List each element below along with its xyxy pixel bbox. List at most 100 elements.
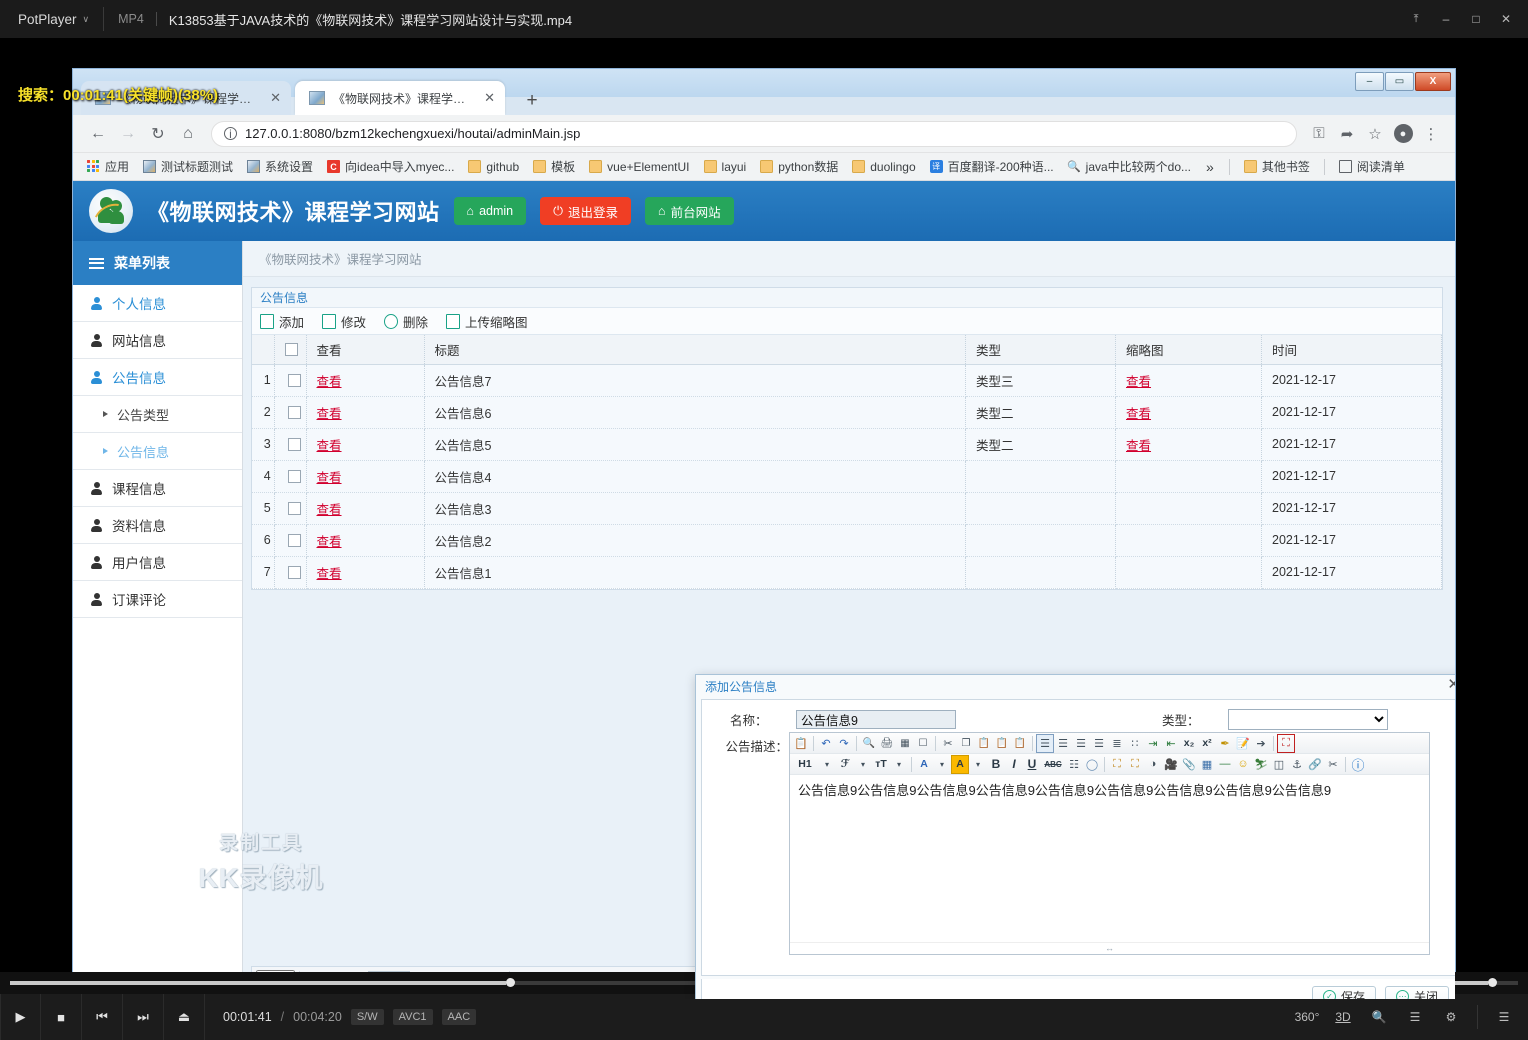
ordered-list-icon[interactable]: ≣ — [1108, 734, 1126, 753]
cut-icon[interactable]: ✂ — [939, 734, 957, 753]
upload-thumbnail-button[interactable]: 上传缩略图 — [446, 312, 528, 331]
border-icon[interactable]: ☷ — [1065, 755, 1083, 774]
cell-view[interactable]: 查看 — [306, 396, 424, 428]
cell-checkbox[interactable] — [274, 556, 306, 588]
pin-icon[interactable]: ⤒ — [1402, 6, 1430, 32]
view-link[interactable]: 查看 — [317, 375, 342, 389]
cell-thumbnail[interactable] — [1116, 492, 1262, 524]
table-row[interactable]: 5 查看 公告信息3 2021-12-17 — [252, 492, 1442, 524]
bookmarks-overflow-icon[interactable]: » — [1199, 159, 1221, 175]
bookmark-item[interactable]: 测试标题测试 — [137, 156, 239, 177]
row-checkbox[interactable] — [288, 406, 301, 419]
cell-view[interactable]: 查看 — [306, 524, 424, 556]
thumbnail-view-link[interactable]: 查看 — [1126, 439, 1151, 453]
align-right-icon[interactable]: ☰ — [1072, 734, 1090, 753]
other-bookmarks-button[interactable]: 其他书签 — [1238, 156, 1316, 177]
three-d-icon[interactable]: 3D — [1325, 994, 1361, 1040]
add-button[interactable]: 添加 — [260, 312, 304, 331]
bg-color-icon[interactable]: A — [951, 755, 969, 774]
close-icon[interactable]: ✕ — [1492, 6, 1520, 32]
link-icon[interactable]: 🔗 — [1306, 755, 1324, 774]
emoji-icon[interactable]: ☺ — [1234, 755, 1252, 774]
dialog-close-icon[interactable]: ✕ — [1447, 675, 1455, 693]
view-link[interactable]: 查看 — [317, 503, 342, 517]
stop-button[interactable]: ■ — [41, 994, 82, 1040]
editor-resize-handle[interactable]: ↔ — [790, 942, 1429, 954]
picture-icon[interactable]: ⛷ — [1252, 755, 1270, 774]
row-checkbox[interactable] — [288, 502, 301, 515]
bullet-list-icon[interactable]: ∷ — [1126, 734, 1144, 753]
cell-thumbnail[interactable]: 查看 — [1116, 428, 1262, 460]
chevron-down-icon[interactable]: ▾ — [890, 755, 908, 774]
sidebar-item-course-info[interactable]: 课程信息 — [73, 470, 242, 507]
video-icon[interactable]: 🎥 — [1162, 755, 1180, 774]
view-link[interactable]: 查看 — [317, 439, 342, 453]
bookmark-item[interactable]: python数据 — [754, 156, 844, 177]
cell-checkbox[interactable] — [274, 364, 306, 396]
undo-icon[interactable]: ↶ — [817, 734, 835, 753]
align-center-icon[interactable]: ☰ — [1054, 734, 1072, 753]
bookmark-item[interactable]: github — [462, 158, 525, 176]
row-checkbox[interactable] — [288, 374, 301, 387]
chevron-down-icon[interactable]: ▾ — [818, 755, 836, 774]
logout-button[interactable]: ⏻ 退出登录 — [540, 197, 631, 225]
settings-gear-icon[interactable]: ⚙ — [1433, 994, 1469, 1040]
row-checkbox[interactable] — [288, 470, 301, 483]
pagebreak-icon[interactable]: ◫ — [1270, 755, 1288, 774]
home-icon[interactable]: ⌂ — [173, 119, 203, 149]
tab-close-icon[interactable]: ✕ — [270, 90, 281, 106]
template-icon[interactable]: ▦ — [896, 734, 914, 753]
name-input[interactable] — [796, 710, 956, 729]
edit-button[interactable]: 修改 — [322, 312, 366, 331]
cell-view[interactable]: 查看 — [306, 428, 424, 460]
row-checkbox[interactable] — [288, 566, 301, 579]
close-dialog-button[interactable]: ⋯ 关闭 — [1385, 986, 1449, 1001]
bookmark-item[interactable]: duolingo — [846, 158, 921, 176]
bookmark-item[interactable]: vue+ElementUI — [583, 158, 695, 176]
subscript-icon[interactable]: x₂ — [1180, 734, 1198, 753]
forward-icon[interactable]: → — [113, 119, 143, 149]
superscript-icon[interactable]: x² — [1198, 734, 1216, 753]
admin-button[interactable]: ⌂ admin — [454, 197, 527, 225]
previous-button[interactable]: ⏮ — [82, 994, 123, 1040]
align-left-icon[interactable]: ☰ — [1036, 734, 1054, 753]
reload-icon[interactable]: ↻ — [143, 119, 173, 149]
reading-list-button[interactable]: 阅读清单 — [1333, 156, 1411, 177]
table-icon[interactable]: ▦ — [1198, 755, 1216, 774]
bookmark-item[interactable]: 译 百度翻译-200种语... — [924, 156, 1060, 177]
chevron-down-icon[interactable]: ▾ — [969, 755, 987, 774]
cell-view[interactable]: 查看 — [306, 460, 424, 492]
bookmark-item[interactable]: layui — [698, 158, 753, 176]
save-button[interactable]: ✓ 保存 — [1312, 986, 1376, 1001]
font-size-icon[interactable]: ᴛT — [872, 755, 890, 774]
next-button[interactable]: ⏭ — [123, 994, 164, 1040]
attachment-flash-icon[interactable]: ◑ — [1144, 755, 1162, 774]
bookmark-item[interactable]: 🔍 java中比较两个do... — [1062, 156, 1197, 177]
multi-image-icon[interactable]: ⛶ — [1126, 755, 1144, 774]
table-row[interactable]: 2 查看 公告信息6 类型二 查看 2021-12-17 — [252, 396, 1442, 428]
cell-view[interactable]: 查看 — [306, 492, 424, 524]
edit-source-icon[interactable]: 📝 — [1234, 734, 1252, 753]
address-bar[interactable]: i 127.0.0.1:8080/bzm12kechengxuexi/houta… — [211, 121, 1297, 147]
cell-checkbox[interactable] — [274, 492, 306, 524]
cell-thumbnail[interactable] — [1116, 556, 1262, 588]
underline-icon[interactable]: U — [1023, 755, 1041, 774]
table-row[interactable]: 7 查看 公告信息1 2021-12-17 — [252, 556, 1442, 588]
bold-icon[interactable]: B — [987, 755, 1005, 774]
eject-button[interactable]: ⏏ — [164, 994, 205, 1040]
cell-thumbnail[interactable] — [1116, 460, 1262, 492]
table-row[interactable]: 4 查看 公告信息4 2021-12-17 — [252, 460, 1442, 492]
text-color-icon[interactable]: A — [915, 755, 933, 774]
back-icon[interactable]: ← — [83, 119, 113, 149]
thumbnail-view-link[interactable]: 查看 — [1126, 407, 1151, 421]
cell-checkbox[interactable] — [274, 396, 306, 428]
sidebar-item-site-info[interactable]: 网站信息 — [73, 322, 242, 359]
cell-checkbox[interactable] — [274, 524, 306, 556]
bookmark-item[interactable]: C 向idea中导入myec... — [321, 156, 460, 177]
clip-icon[interactable]: 📎 — [1180, 755, 1198, 774]
sidebar-item-user-info[interactable]: 用户信息 — [73, 544, 242, 581]
bookmark-star-icon[interactable]: ☆ — [1361, 120, 1389, 148]
fullscreen-icon[interactable]: ⛶ — [1277, 734, 1295, 753]
format-brush-icon[interactable]: ✒ — [1216, 734, 1234, 753]
type-select[interactable] — [1228, 709, 1388, 730]
